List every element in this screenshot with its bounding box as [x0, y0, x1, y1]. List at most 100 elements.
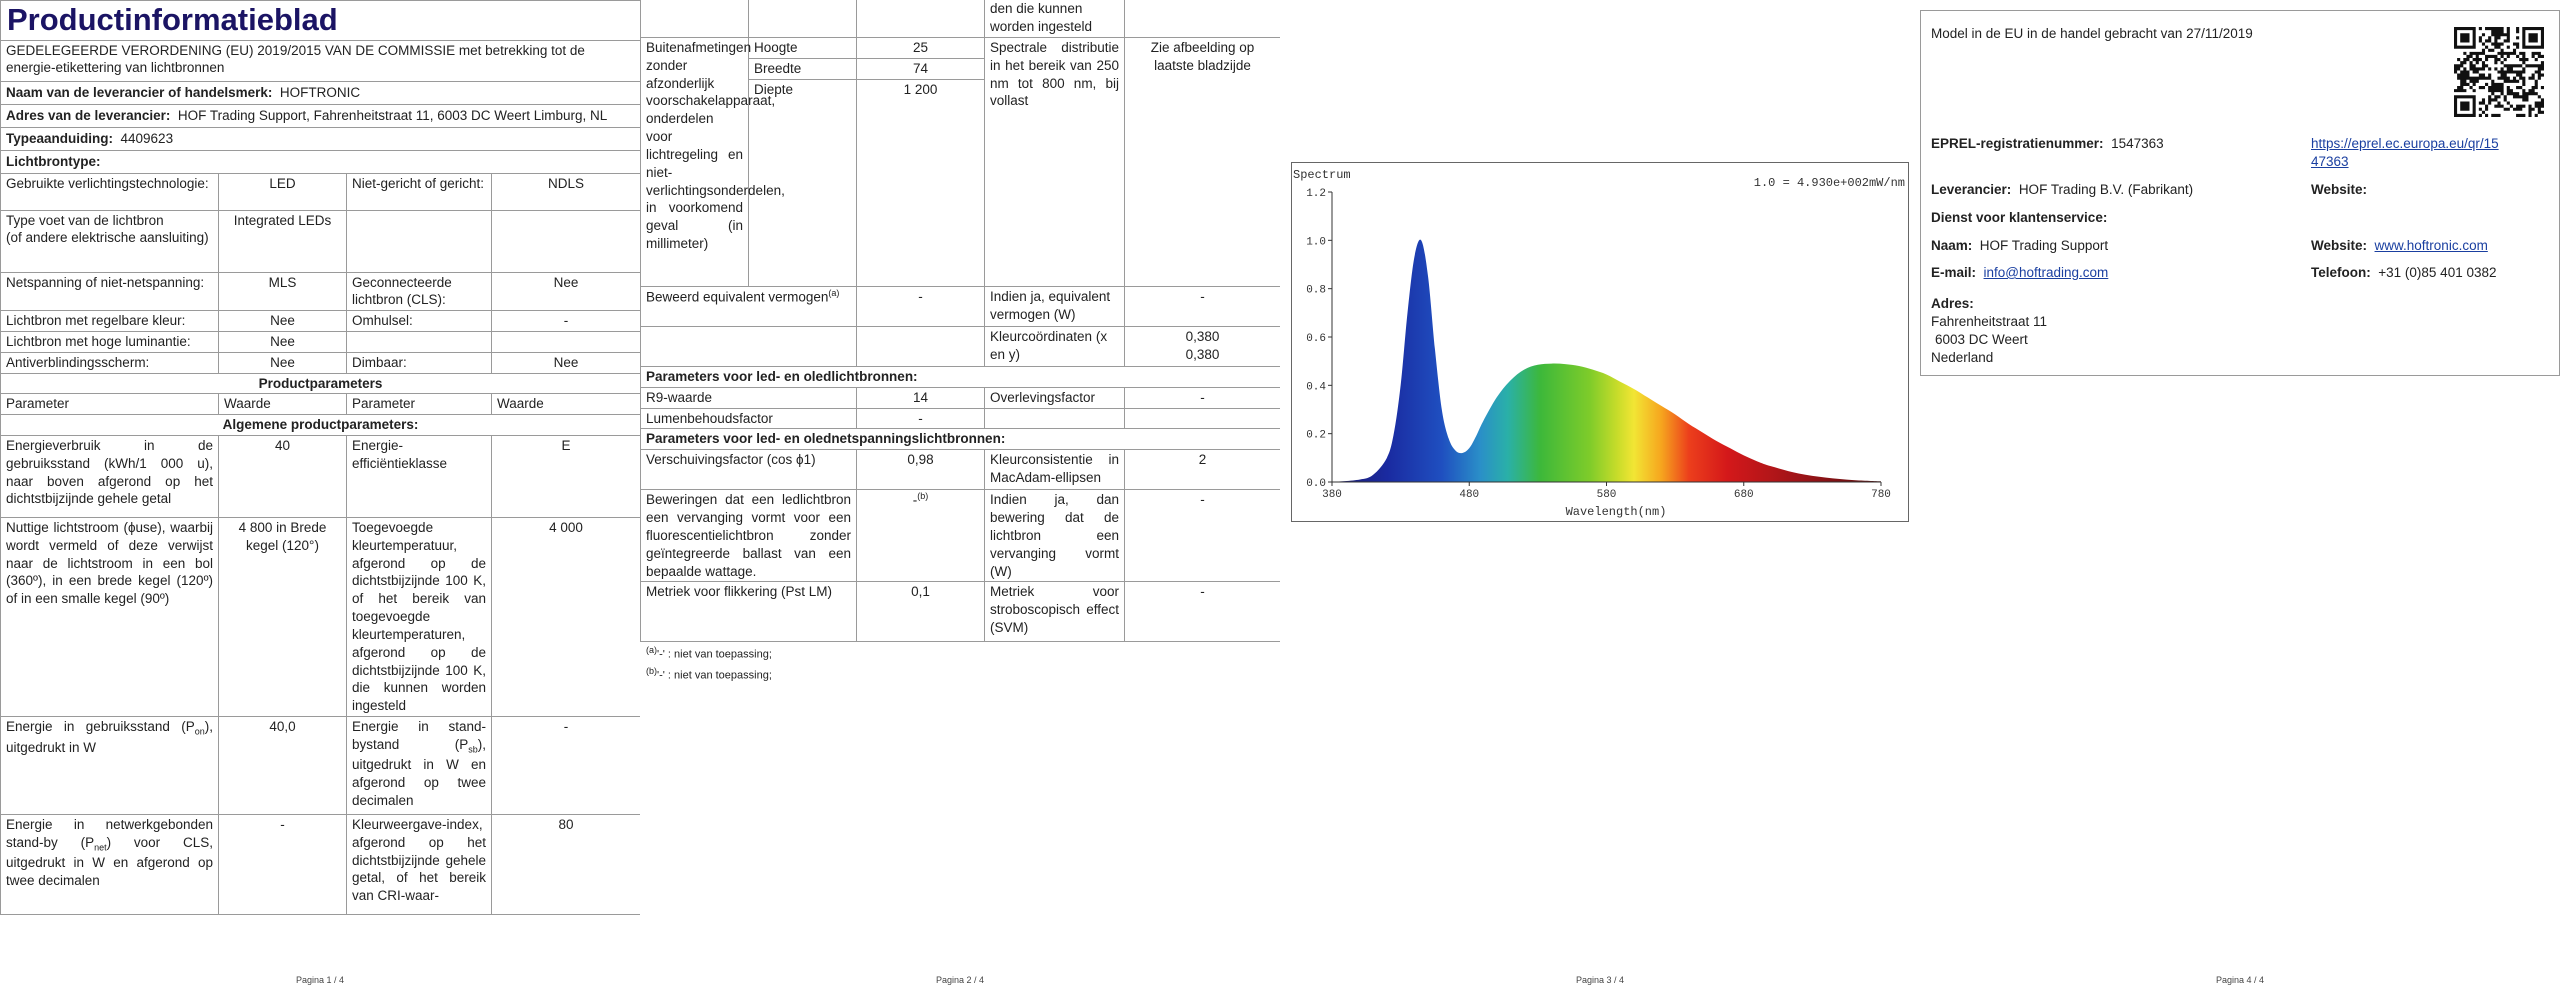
page-number: Pagina 1 / 4 [0, 961, 640, 987]
cap-type-value: Integrated LEDs [218, 209, 347, 273]
service-name-label: Naam: [1931, 238, 1973, 253]
regulation-text: GEDELEGEERDE VERORDENING (EU) 2019/2015 … [0, 39, 640, 83]
width-label: Breedte [748, 58, 857, 80]
type-value: 4409623 [120, 130, 174, 146]
empty-cell [640, 326, 857, 367]
high-luminance-value: Nee [218, 330, 347, 353]
empty-cell [346, 330, 492, 353]
spectral-label: Spectrale distributie in het bereik van … [984, 37, 1125, 287]
service-website-link[interactable]: www.hoftronic.com [2375, 238, 2488, 253]
dimmable-value: Nee [490, 351, 640, 374]
empty-cell [1124, 407, 1280, 430]
r9-value: 14 [856, 386, 985, 409]
eprel-link-line2: 47363 [2311, 153, 2349, 169]
phone-label: Telefoon: [2311, 265, 2371, 280]
supplier-value: HOF Trading B.V. (Fabrikant) [2018, 182, 2194, 197]
color-tunable-label: Lichtbron met regelbare kleur: [0, 310, 219, 332]
flicker-label: Metriek voor flikkering (Pst LM) [640, 581, 857, 643]
technology-value: LED [218, 172, 347, 211]
spectrum-chart: Spectrum 1.0 = 4.930e+002mW/nm 0.00.20.4… [1291, 162, 1909, 522]
color-temperature-value: 4 000 [490, 517, 640, 717]
page-number: Pagina 4 / 4 [2215, 975, 2265, 986]
height-value: 25 [856, 37, 985, 59]
page-number: Pagina 3 / 4 [1575, 975, 1625, 986]
chromaticity-label: Kleurcoördinaten (x en y) [984, 326, 1125, 367]
product-info-table-page2: den die kunnen worden ingesteld Buitenaf… [640, 0, 1280, 643]
empty-cell [490, 330, 640, 353]
footnote-b-text: '-' : niet van toepassing; [657, 670, 772, 683]
energy-use-label: Energieverbruik in de gebruiksstand (kWh… [0, 435, 219, 519]
empty-cell [490, 209, 640, 273]
type-row: Typeaanduiding: 4409623 [0, 126, 640, 151]
dimensions-label: Buitenafmetingen zonder afzonderlijk voo… [640, 37, 785, 287]
eprel-label: EPREL-registratienummer: [1931, 136, 2104, 151]
page-3: Spectrum 1.0 = 4.930e+002mW/nm 0.0 0.2 0.4… [1280, 0, 1920, 1001]
standby-power-value: - [490, 715, 640, 815]
stroboscopic-value: - [1124, 581, 1280, 643]
network-standby-label: Energie in netwerkgebonden stand-by (Pne… [0, 813, 219, 915]
cri-label: Kleurweergave-index, afgerond op het dic… [346, 813, 492, 915]
y-tick-label: 0.2 [1306, 430, 1326, 442]
empty-cell [748, 0, 857, 38]
led-params-heading: Parameters voor led- en oledlichtbronnen… [640, 366, 1280, 388]
address-line: 6003 DC Weert [1935, 331, 2028, 347]
efficiency-class-label: Energie-efficiëntieklasse [346, 435, 492, 519]
luminous-flux-value: 4 800 in Brede kegel (120°) [218, 517, 347, 717]
displacement-factor-label: Verschuivingsfactor (cos ϕ1) [640, 449, 857, 491]
continued-text: den die kunnen worden ingesteld [984, 0, 1125, 38]
replacement-claim-value: -(b) [856, 489, 985, 583]
x-tick-label: 380 [1322, 489, 1342, 501]
mains-label: Netspanning of niet-netspanning: [0, 271, 219, 312]
macadam-label: Kleurconsistentie in MacAdam-ellipsen [984, 449, 1125, 491]
trademark-value: HOFTRONIC [279, 85, 361, 101]
on-mode-power-label: Energie in gebruiksstand (Pon), uitgedru… [0, 715, 219, 815]
mains-params-heading: Parameters voor led- en olednetspannings… [640, 428, 1280, 451]
service-name-value: HOF Trading Support [1979, 238, 2109, 253]
mains-value: MLS [218, 271, 347, 312]
footnote-b-mark: (b) [646, 666, 657, 677]
supplier-info-box: Model in de EU in de handel gebracht van… [1920, 10, 2560, 376]
luminous-flux-label: Nuttige lichtstroom (ϕuse), waarbij word… [0, 517, 219, 717]
standby-power-text: Energie in stand-bystand (P [352, 718, 486, 752]
col-header-parameter: Parameter [0, 393, 219, 416]
chromaticity-y: 0,380 [1185, 346, 1220, 362]
lumen-maintenance-label: Lumenbehoudsfactor [640, 407, 857, 430]
col-header-value: Waarde [490, 393, 640, 416]
empty-cell [984, 407, 1125, 430]
website-label: Website: [2311, 182, 2368, 197]
width-value: 74 [856, 58, 985, 80]
standby-power-sub: sb [468, 744, 478, 755]
flicker-value: 0,1 [856, 581, 985, 643]
service-address: Fahrenheitstraat 11 6003 DC Weert Nederl… [1931, 313, 2047, 366]
email-link[interactable]: info@hoftrading.com [1984, 265, 2109, 280]
technology-label: Gebruikte verlichtingstechnologie: [0, 172, 219, 211]
y-tick-label: 1.0 [1306, 236, 1326, 248]
displacement-factor-value: 0,98 [856, 449, 985, 491]
cls-value: Nee [490, 271, 640, 312]
depth-value: 1 200 [856, 79, 985, 287]
email-label: E-mail: [1931, 265, 1977, 280]
survival-label: Overlevingsfactor [984, 386, 1125, 409]
equivalent-power-text: Beweerd equivalent vermogen [646, 289, 829, 305]
address-line: Fahrenheitstraat 11 [1931, 314, 2048, 329]
footnote-mark-a: (a) [828, 288, 840, 298]
service-address-label: Adres: [1931, 296, 1974, 311]
eprel-link[interactable]: https://eprel.ec.europa.eu/qr/15 47363 [2311, 135, 2551, 171]
chart-annotation: 1.0 = 4.930e+002mW/nm [1754, 176, 1905, 190]
replacement-claim-label: Beweringen dat een ledlichtbron een verv… [640, 489, 857, 583]
email-row: E-mail: info@hoftrading.com [1931, 264, 2108, 282]
efficiency-class-value: E [490, 435, 640, 519]
macadam-value: 2 [1124, 449, 1280, 491]
params-heading: Productparameters [0, 372, 640, 395]
directional-value: NDLS [490, 172, 640, 211]
customer-service-heading: Dienst voor klantenservice: [1931, 210, 2108, 225]
cap-type-label-line2: (of andere elektrische aansluiting) [6, 230, 209, 246]
service-website-row: Website: www.hoftronic.com [2311, 237, 2488, 255]
empty-cell [856, 326, 985, 367]
on-mode-power-sub: on [194, 726, 205, 737]
cls-label: Geconnecteerde lichtbron (CLS): [346, 271, 492, 312]
address-value: HOF Trading Support, Fahrenheitstraat 11… [177, 108, 608, 124]
y-tick-label: 1.2 [1306, 188, 1326, 200]
y-tick-label: 0.8 [1306, 285, 1326, 297]
product-info-table-page1: Productinformatieblad GEDELEGEERDE VEROR… [0, 0, 640, 915]
